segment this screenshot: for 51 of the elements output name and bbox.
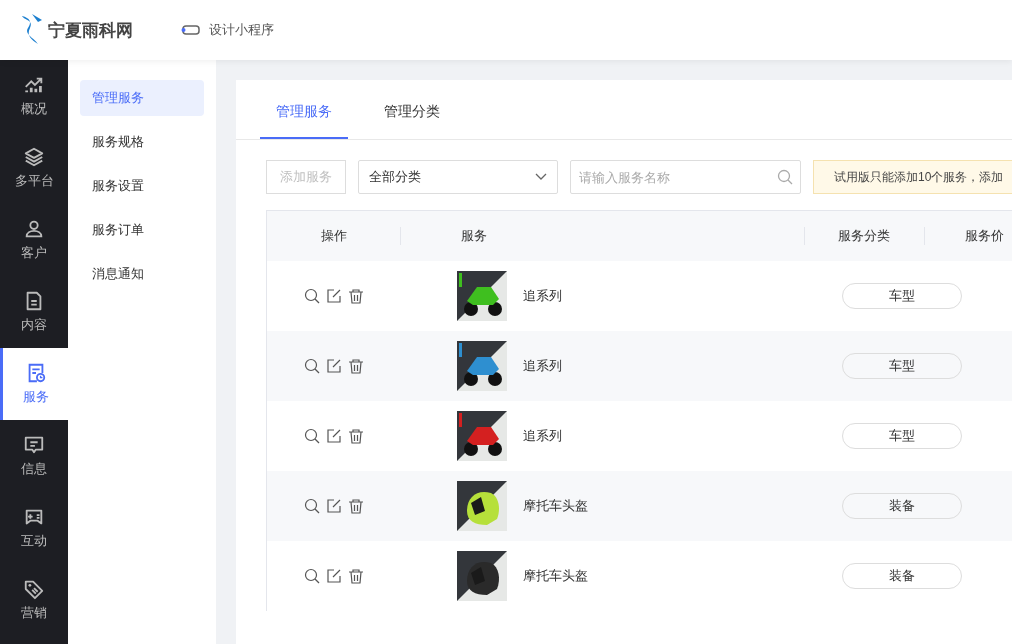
column-header: 操作 bbox=[320, 227, 347, 245]
logo-text: 宁夏雨科网 bbox=[48, 19, 133, 42]
tab[interactable]: 管理服务 bbox=[260, 80, 348, 139]
submenu-item[interactable]: 服务设置 bbox=[80, 168, 204, 204]
service-name: 追系列 bbox=[523, 427, 562, 445]
search-icon[interactable] bbox=[304, 288, 320, 304]
submenu-item[interactable]: 管理服务 bbox=[80, 80, 204, 116]
search-icon[interactable] bbox=[304, 498, 320, 514]
service-name: 追系列 bbox=[523, 357, 562, 375]
edit-icon[interactable] bbox=[326, 568, 342, 584]
delete-icon[interactable] bbox=[348, 498, 364, 514]
layers-icon bbox=[23, 146, 45, 168]
edit-icon[interactable] bbox=[326, 498, 342, 514]
user-icon bbox=[23, 218, 45, 240]
column-header: 服务 bbox=[461, 227, 487, 245]
nav-item[interactable]: 内容 bbox=[0, 276, 68, 348]
nav-item[interactable]: 服务 bbox=[0, 348, 68, 420]
delete-icon[interactable] bbox=[348, 288, 364, 304]
column-header: 服务分类 bbox=[838, 227, 890, 245]
edit-icon[interactable] bbox=[326, 428, 342, 444]
chevron-down-icon bbox=[535, 173, 547, 181]
nav-item[interactable]: 营销 bbox=[0, 564, 68, 636]
category-select[interactable]: 全部分类 bbox=[358, 160, 558, 194]
cloud-icon bbox=[181, 23, 201, 37]
edit-icon[interactable] bbox=[326, 288, 342, 304]
message-icon bbox=[23, 434, 45, 456]
service-name: 摩托车头盔 bbox=[523, 497, 588, 515]
delete-icon[interactable] bbox=[348, 358, 364, 374]
delete-icon[interactable] bbox=[348, 568, 364, 584]
search-field[interactable]: 请输入服务名称 bbox=[570, 160, 801, 194]
submenu-item[interactable]: 服务订单 bbox=[80, 212, 204, 248]
tab[interactable]: 管理分类 bbox=[368, 80, 456, 139]
nav-item[interactable]: 客户 bbox=[0, 204, 68, 276]
search-icon[interactable] bbox=[304, 568, 320, 584]
design-miniprogram-link[interactable]: 设计小程序 bbox=[209, 21, 274, 39]
nav-item[interactable]: 多平台 bbox=[0, 132, 68, 204]
column-header: 服务价 bbox=[965, 227, 1004, 245]
delete-icon[interactable] bbox=[348, 428, 364, 444]
trial-notice: 试用版只能添加10个服务，添加 bbox=[813, 160, 1012, 194]
submenu-item[interactable]: 消息通知 bbox=[80, 256, 204, 292]
nav-item[interactable]: 信息 bbox=[0, 420, 68, 492]
nav-item[interactable]: 互动 bbox=[0, 492, 68, 564]
service-name: 追系列 bbox=[523, 287, 562, 305]
search-icon bbox=[777, 169, 793, 185]
tag-icon bbox=[23, 578, 45, 600]
submenu-item[interactable]: 服务规格 bbox=[80, 124, 204, 160]
search-icon[interactable] bbox=[304, 428, 320, 444]
service-name: 摩托车头盔 bbox=[523, 567, 588, 585]
edit-icon[interactable] bbox=[326, 358, 342, 374]
search-icon[interactable] bbox=[304, 358, 320, 374]
nav-item[interactable]: 概况 bbox=[0, 60, 68, 132]
